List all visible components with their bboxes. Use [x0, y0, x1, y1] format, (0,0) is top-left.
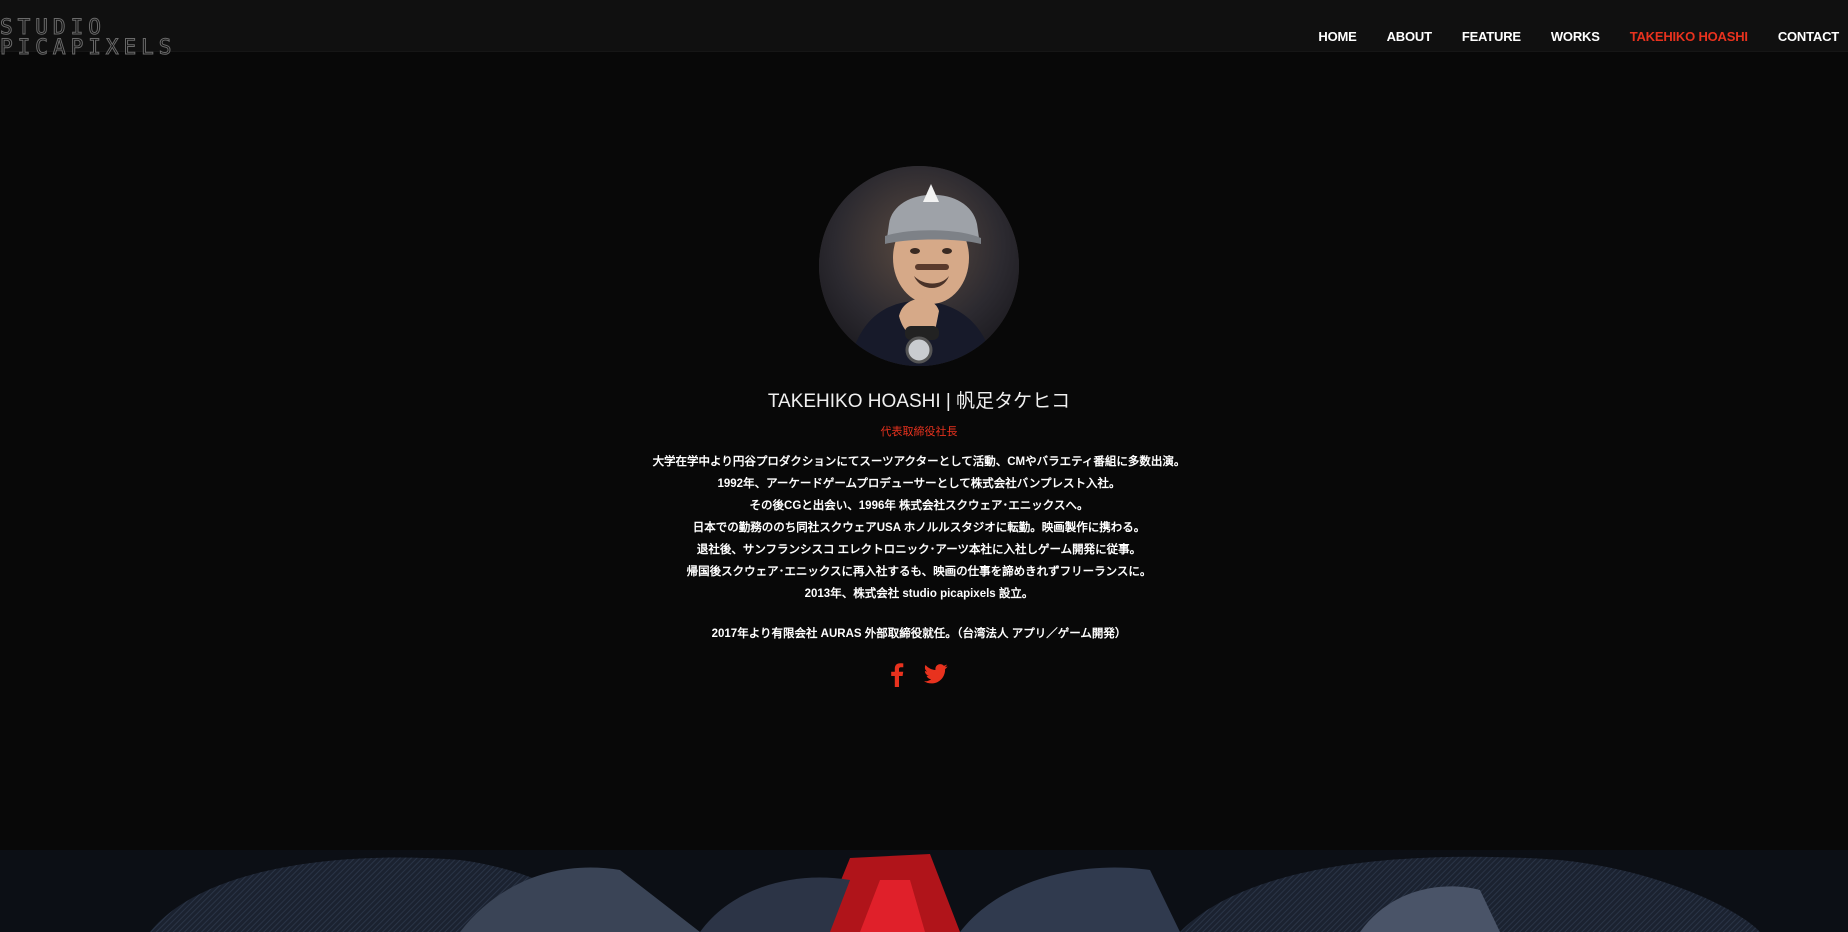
- nav-home[interactable]: HOME: [1318, 29, 1356, 44]
- profile-avatar: [819, 166, 1019, 366]
- facebook-icon[interactable]: [890, 663, 904, 692]
- bio-line: 帰国後スクウェア･エニックスに再入社するも、映画の仕事を諦めきれずフリーランスに…: [686, 566, 1152, 578]
- profile-role: 代表取締役社長: [880, 426, 958, 438]
- profile-name: TAKEHIKO HOASHI | 帆足タケヒコ: [767, 391, 1071, 412]
- robot-artwork: [0, 850, 1848, 932]
- bio-line: 退社後、サンフランシスコ エレクトロニック･アーツ本社に入社しゲーム開発に従事。: [696, 544, 1142, 556]
- nav-works[interactable]: WORKS: [1551, 29, 1600, 44]
- twitter-icon[interactable]: [923, 663, 948, 692]
- logo-line-1: STUDIO: [0, 15, 106, 39]
- nav-takehiko-hoashi[interactable]: TAKEHIKO HOASHI: [1630, 29, 1748, 44]
- nav-about[interactable]: ABOUT: [1387, 29, 1432, 44]
- bio-line: 2013年、株式会社 studio picapixels 設立。: [804, 588, 1034, 600]
- avatar-portrait: [819, 166, 1019, 366]
- bio-line: 大学在学中より円谷プロダクションにてスーツアクターとして活動、CMやバラエティ番…: [652, 456, 1186, 468]
- bio-line: その後CGと出会い、1996年 株式会社スクウェア･エニックスへ。: [749, 500, 1089, 512]
- bio-line: 1992年、アーケードゲームプロデューサーとして株式会社バンプレスト入社。: [717, 478, 1121, 490]
- social-links: [0, 663, 1838, 692]
- nav-contact[interactable]: CONTACT: [1778, 29, 1839, 44]
- bio-line: 日本での勤務ののち同社スクウェアUSA ホノルルスタジオに転勤。映画製作に携わる…: [692, 522, 1146, 534]
- main-nav: HOME ABOUT FEATURE WORKS TAKEHIKO HOASHI…: [1288, 29, 1839, 44]
- site-header: STUDIO PICAPIXELS HOME ABOUT FEATURE WOR…: [0, 0, 1848, 58]
- profile-bio-extra: 2017年より有限会社 AURAS 外部取締役就任。（台湾法人 アプリ／ゲーム開…: [711, 628, 1127, 640]
- profile-section: TAKEHIKO HOASHI | 帆足タケヒコ 代表取締役社長 大学在学中より…: [0, 166, 1838, 692]
- bottom-banner-image: [0, 850, 1848, 932]
- profile-bio: 大学在学中より円谷プロダクションにてスーツアクターとして活動、CMやバラエティ番…: [0, 451, 1838, 605]
- site-logo[interactable]: STUDIO PICAPIXELS: [0, 15, 177, 59]
- nav-feature[interactable]: FEATURE: [1462, 29, 1521, 44]
- logo-line-2: PICAPIXELS: [0, 35, 177, 59]
